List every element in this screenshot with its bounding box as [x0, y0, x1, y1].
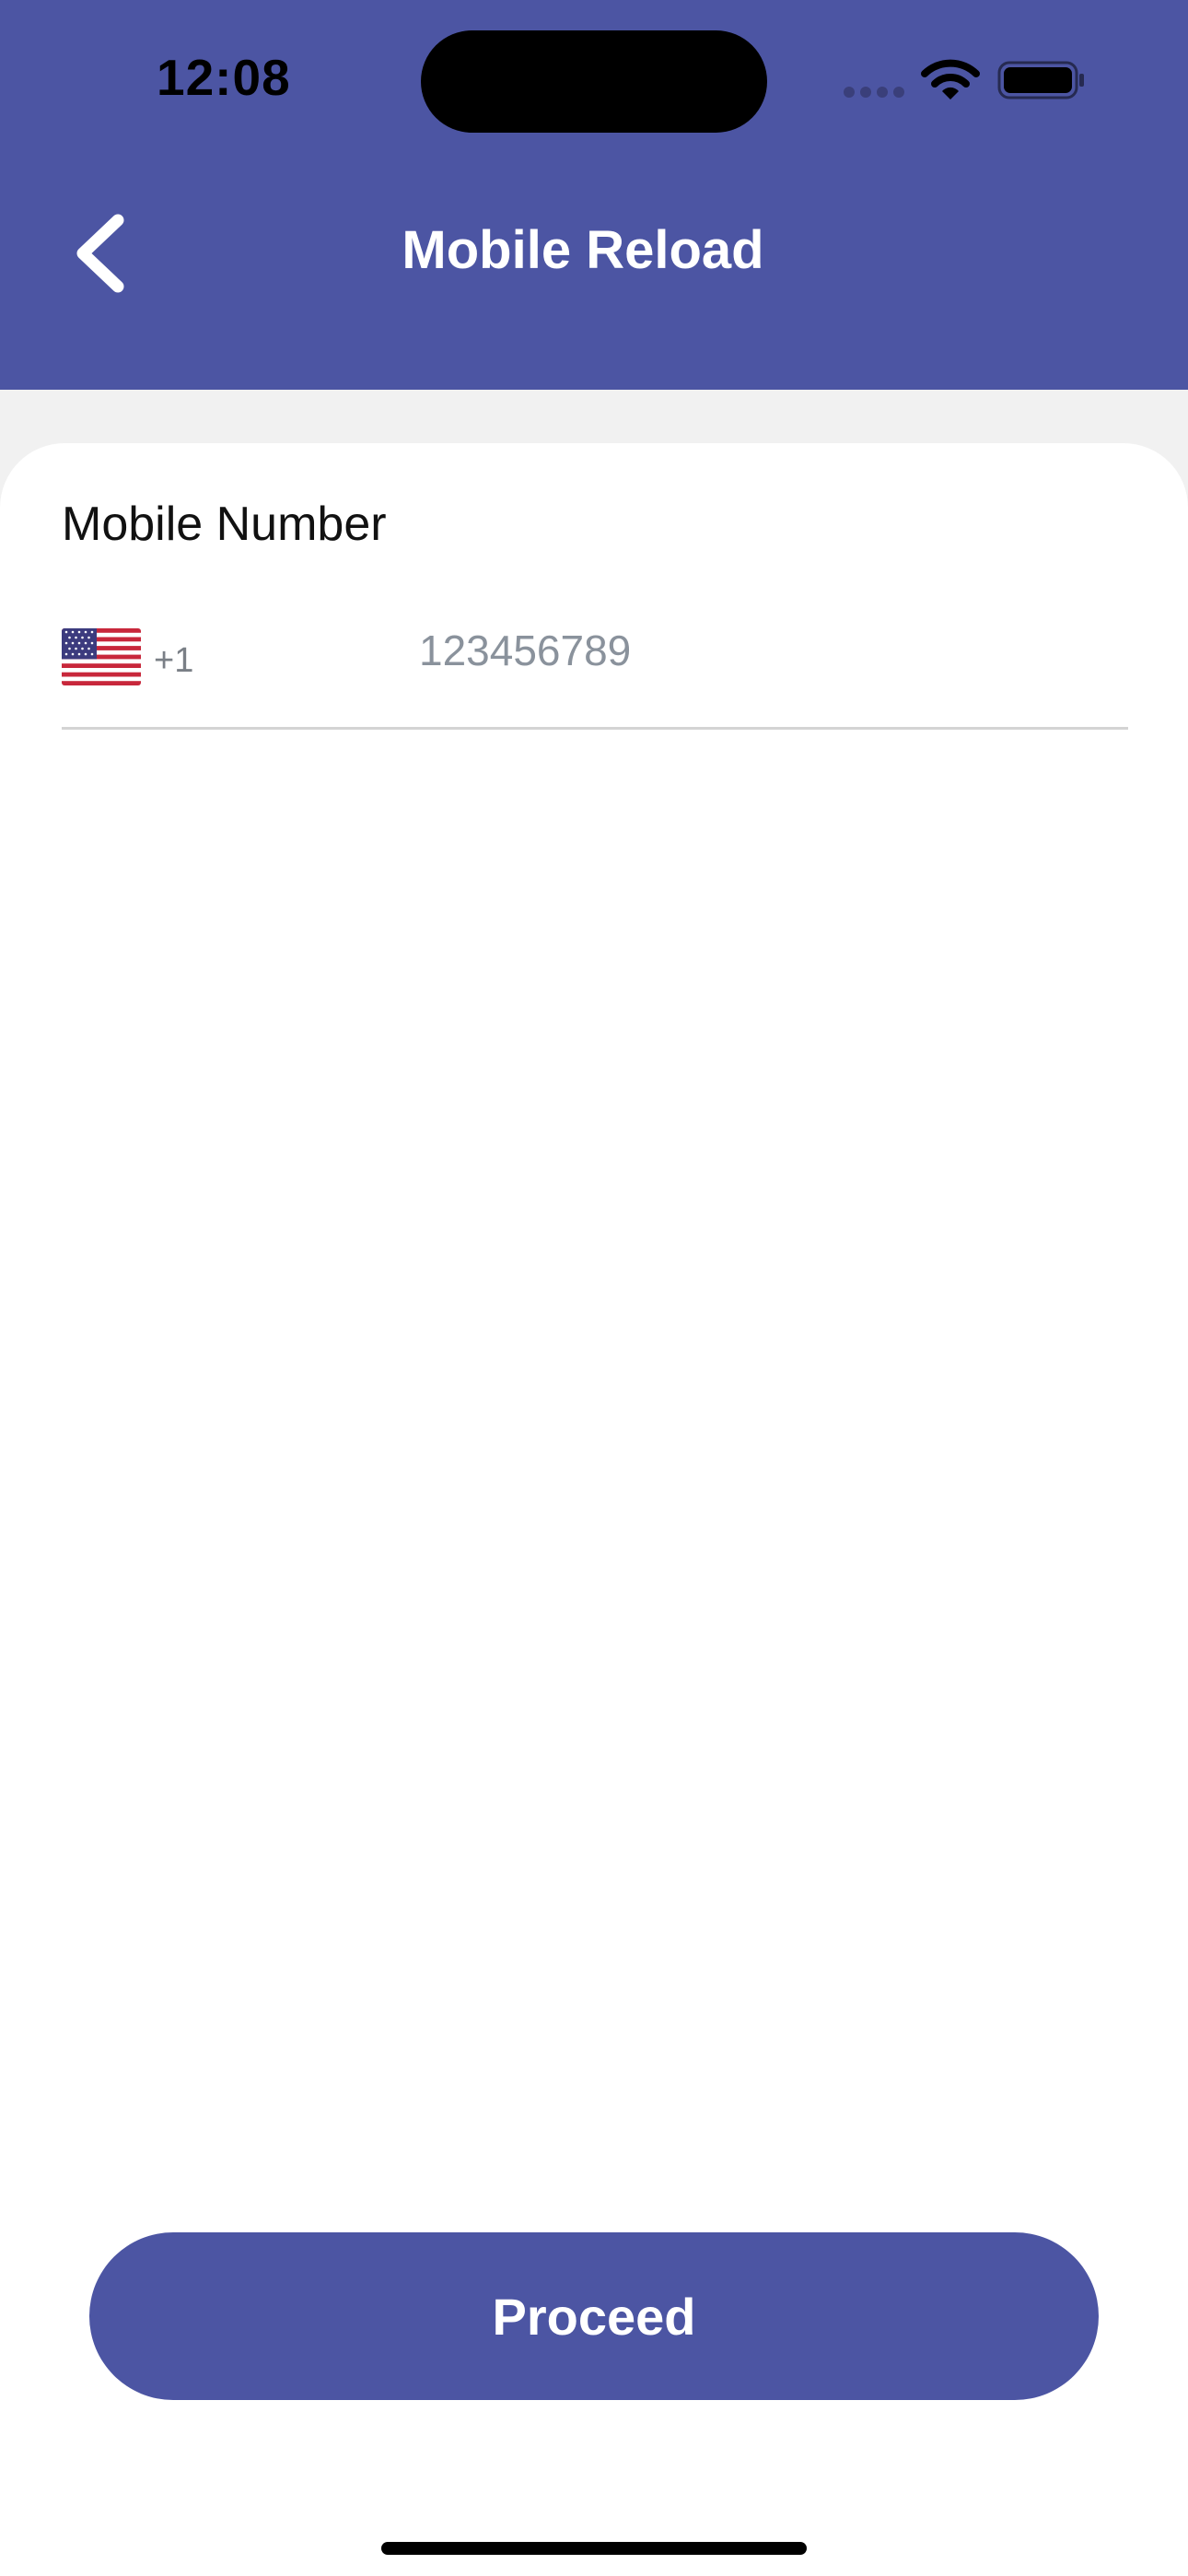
page-title: Mobile Reload: [402, 220, 764, 280]
wifi-icon: [921, 59, 980, 100]
battery-icon: [997, 61, 1084, 100]
proceed-button[interactable]: Proceed: [89, 2232, 1099, 2400]
mobile-number-label: Mobile Number: [62, 498, 387, 551]
status-time: 12:08: [157, 49, 291, 106]
us-flag-icon: [62, 628, 141, 685]
dynamic-island: [421, 30, 767, 133]
home-indicator: [381, 2542, 807, 2555]
input-underline: [62, 727, 1128, 730]
app-header: 12:08 Mobile Reload: [0, 0, 1188, 390]
phone-number-input[interactable]: [419, 614, 1128, 687]
country-code-picker[interactable]: +1: [62, 623, 218, 689]
dial-code: +1: [154, 641, 194, 680]
cellular-signal-icon: [844, 87, 904, 98]
